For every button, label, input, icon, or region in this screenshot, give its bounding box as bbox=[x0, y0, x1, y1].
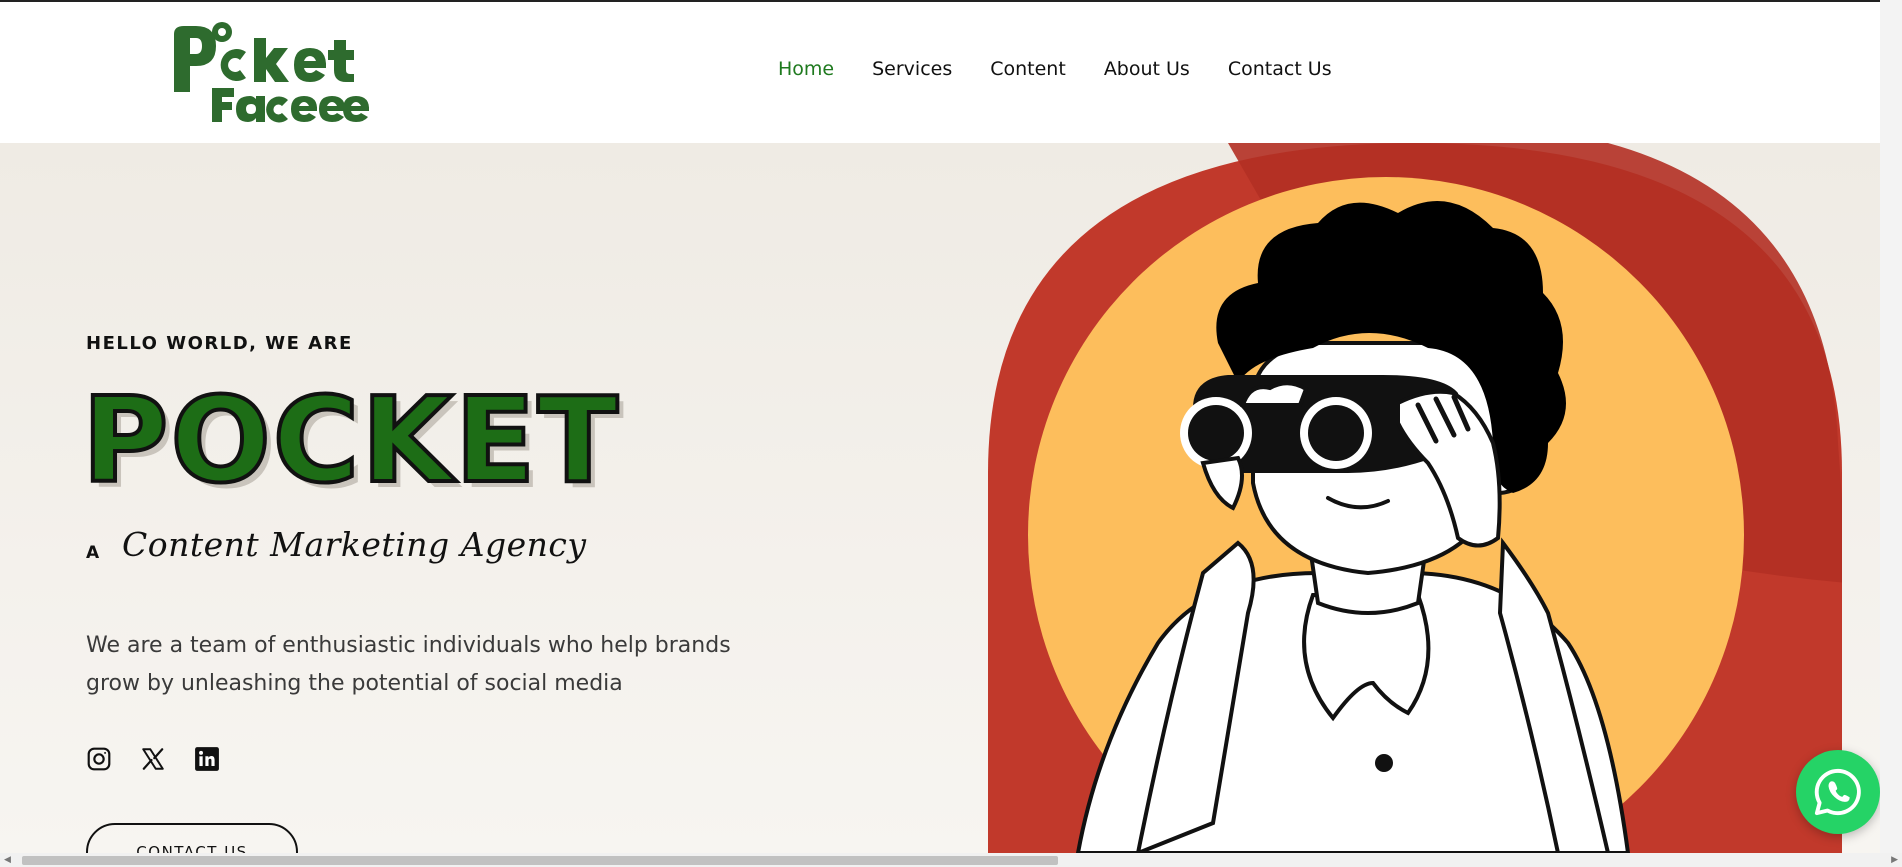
hero-illustration bbox=[988, 143, 1842, 853]
horizontal-scrollbar[interactable]: ◀ ▶ bbox=[0, 853, 1902, 867]
hero-section: HELLO WORLD, WE ARE POCKET A Content Mar… bbox=[0, 143, 1880, 853]
nav-contact-us[interactable]: Contact Us bbox=[1228, 58, 1332, 80]
x-twitter-icon[interactable] bbox=[140, 746, 166, 772]
instagram-icon[interactable] bbox=[86, 746, 112, 772]
hero-title: POCKET bbox=[80, 371, 620, 509]
hero-description: We are a team of enthusiastic individual… bbox=[86, 633, 731, 696]
hero-eyebrow: HELLO WORLD, WE ARE bbox=[86, 333, 353, 354]
linkedin-icon[interactable] bbox=[194, 746, 220, 772]
whatsapp-icon bbox=[1814, 768, 1861, 816]
whatsapp-button[interactable] bbox=[1796, 750, 1880, 834]
nav-content[interactable]: Content bbox=[990, 58, 1066, 80]
main-nav: Home Services Content About Us Contact U… bbox=[778, 58, 1332, 80]
nav-home[interactable]: Home bbox=[778, 58, 834, 80]
nav-services[interactable]: Services bbox=[872, 58, 952, 80]
horizontal-scrollbar-thumb[interactable] bbox=[22, 856, 1058, 865]
pocket-faceee-logo[interactable] bbox=[170, 22, 370, 124]
contact-us-button[interactable]: CONTACT US bbox=[86, 823, 298, 853]
scroll-right-arrow-icon[interactable]: ▶ bbox=[1891, 855, 1898, 865]
vertical-scrollbar[interactable] bbox=[1880, 0, 1902, 853]
hero-tagline: Content Marketing Agency bbox=[122, 525, 587, 564]
site-header: Home Services Content About Us Contact U… bbox=[0, 2, 1880, 143]
scroll-left-arrow-icon[interactable]: ◀ bbox=[4, 855, 11, 865]
social-links bbox=[86, 746, 220, 772]
nav-about-us[interactable]: About Us bbox=[1104, 58, 1190, 80]
tagline-prefix: A bbox=[86, 543, 100, 563]
